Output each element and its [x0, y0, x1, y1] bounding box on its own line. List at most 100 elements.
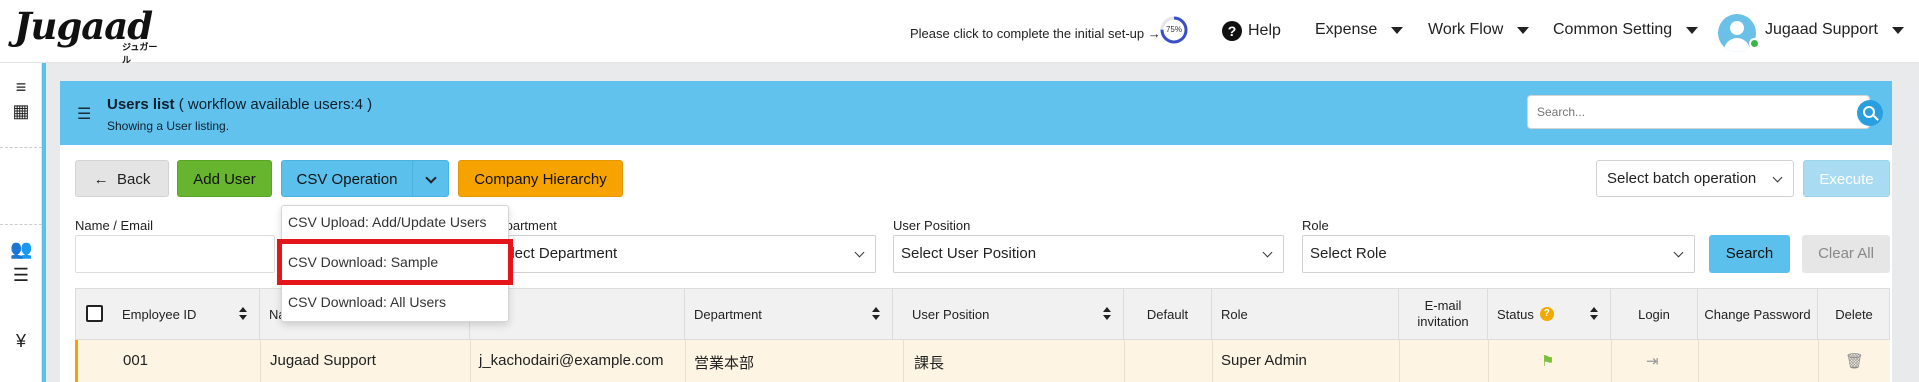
- users-icon[interactable]: 👥: [10, 239, 32, 260]
- column-label: E-mail invitation: [1417, 298, 1469, 329]
- column-label: Change Password: [1704, 306, 1811, 322]
- setup-progress-ring[interactable]: 75%: [1159, 15, 1189, 45]
- content-stripe: [42, 63, 46, 382]
- column-default: Default: [1124, 288, 1212, 340]
- select-all-checkbox[interactable]: [86, 305, 103, 322]
- clear-all-button[interactable]: Clear All: [1802, 235, 1890, 273]
- batch-operation-value: Select batch operation: [1607, 170, 1757, 187]
- trash-icon[interactable]: 🗑: [1845, 352, 1864, 370]
- add-user-button[interactable]: Add User: [177, 160, 272, 197]
- chevron-down-icon: [1673, 247, 1684, 258]
- logo[interactable]: Jugaad ジュガール: [14, 6, 164, 65]
- setup-progress-label: 75%: [1165, 25, 1182, 34]
- position-select[interactable]: Select User Position: [893, 235, 1284, 273]
- caret-down-icon: [1391, 26, 1404, 34]
- column-label: User Position: [912, 306, 990, 322]
- column-role: Role: [1212, 288, 1399, 340]
- execute-button[interactable]: Execute: [1803, 160, 1890, 197]
- nav-workflow[interactable]: Work Flow: [1428, 21, 1530, 39]
- arrow-left-icon: ←: [93, 171, 109, 188]
- menu-toggle-icon[interactable]: ≡: [10, 77, 32, 98]
- csv-operation-button[interactable]: CSV Operation: [281, 160, 413, 197]
- chevron-down-icon: [425, 172, 437, 184]
- column-department[interactable]: Department: [685, 288, 893, 340]
- back-button[interactable]: ← Back: [75, 160, 169, 197]
- column-label: Department: [694, 306, 762, 322]
- help-link[interactable]: ? Help: [1222, 21, 1281, 41]
- position-label: User Position: [893, 218, 971, 233]
- chevron-down-icon: [854, 247, 865, 258]
- online-status-dot: [1749, 38, 1760, 49]
- nav-expense[interactable]: Expense: [1315, 21, 1404, 39]
- help-label: Help: [1248, 22, 1281, 39]
- cell-name: Jugaad Support: [270, 352, 376, 369]
- rail-divider: [0, 224, 42, 225]
- column-label: Delete: [1835, 306, 1873, 322]
- position-select-value: Select User Position: [901, 245, 1037, 262]
- caret-down-icon: [1686, 26, 1699, 34]
- row-divider: [1698, 340, 1699, 382]
- column-delete: Delete: [1818, 288, 1890, 340]
- row-divider: [1611, 340, 1612, 382]
- column-user-position[interactable]: User Position: [903, 288, 1124, 340]
- column-employee-id[interactable]: Employee ID: [113, 288, 260, 340]
- column-label: Employee ID: [122, 306, 197, 322]
- page-title-note: ( workflow available users:4 ): [178, 96, 373, 113]
- back-button-label: Back: [116, 171, 151, 188]
- top-bar: Jugaad ジュガール Please click to complete th…: [0, 0, 1919, 65]
- cell-position: 課長: [914, 355, 945, 372]
- menu-item-csv-download-all[interactable]: CSV Download: All Users: [288, 294, 446, 310]
- department-select[interactable]: Select Department: [485, 235, 876, 273]
- user-name: Jugaad Support: [1765, 21, 1878, 38]
- company-hierarchy-button[interactable]: Company Hierarchy: [458, 160, 623, 197]
- column-label: Default: [1146, 306, 1189, 322]
- column-email-invitation: E-mail invitation: [1399, 288, 1488, 340]
- highlight-box: [277, 239, 513, 285]
- row-divider: [1818, 340, 1819, 382]
- search-button[interactable]: Search: [1709, 235, 1790, 273]
- role-select[interactable]: Select Role: [1302, 235, 1695, 273]
- user-list-icon: ☰: [77, 106, 92, 123]
- row-divider: [1399, 340, 1400, 382]
- column-login: Login: [1611, 288, 1698, 340]
- nav-common-setting[interactable]: Common Setting: [1553, 21, 1699, 39]
- building-icon[interactable]: ▦: [10, 101, 32, 122]
- nav-workflow-label: Work Flow: [1428, 21, 1504, 38]
- name-email-label: Name / Email: [75, 218, 154, 233]
- page-title: Users list ( workflow available users:4 …: [107, 96, 372, 113]
- rail-divider: [0, 147, 42, 148]
- cell-department: 営業本部: [694, 355, 755, 372]
- caret-down-icon: [1891, 26, 1904, 34]
- sort-icon: [1590, 307, 1598, 321]
- login-icon[interactable]: ⇥: [1646, 352, 1659, 370]
- cell-role: Super Admin: [1221, 352, 1307, 369]
- column-label: Status: [1497, 306, 1534, 322]
- search-icon[interactable]: [1857, 100, 1883, 126]
- nav-common-setting-label: Common Setting: [1553, 21, 1673, 38]
- csv-operation-toggle[interactable]: [412, 160, 449, 197]
- row-divider: [260, 340, 261, 382]
- cell-employee-id: 001: [123, 352, 149, 369]
- setup-link[interactable]: Please click to complete the initial set…: [910, 26, 1161, 41]
- role-select-value: Select Role: [1310, 245, 1387, 262]
- column-status[interactable]: Status ?: [1488, 288, 1611, 340]
- user-menu[interactable]: Jugaad Support: [1765, 21, 1904, 39]
- yen-icon[interactable]: ¥: [10, 331, 32, 352]
- left-rail: ≡ ▦ 👥 ☰ ¥: [0, 63, 42, 382]
- name-email-input[interactable]: [75, 235, 275, 273]
- batch-operation-select[interactable]: Select batch operation: [1596, 160, 1794, 197]
- list-icon[interactable]: ☰: [10, 265, 32, 286]
- help-icon: ?: [1222, 21, 1242, 41]
- help-icon[interactable]: ?: [1539, 307, 1554, 321]
- row-divider: [1488, 340, 1489, 382]
- column-label: Login: [1638, 306, 1670, 322]
- column-change-password: Change Password: [1698, 288, 1818, 340]
- search-input[interactable]: [1527, 95, 1870, 129]
- page-title-text: Users list: [107, 96, 175, 113]
- sort-icon: [1103, 307, 1111, 321]
- sort-icon: [872, 307, 880, 321]
- row-divider: [903, 340, 904, 382]
- row-divider: [470, 340, 471, 382]
- menu-item-csv-upload[interactable]: CSV Upload: Add/Update Users: [288, 214, 486, 230]
- flag-icon[interactable]: ⚑: [1541, 352, 1554, 370]
